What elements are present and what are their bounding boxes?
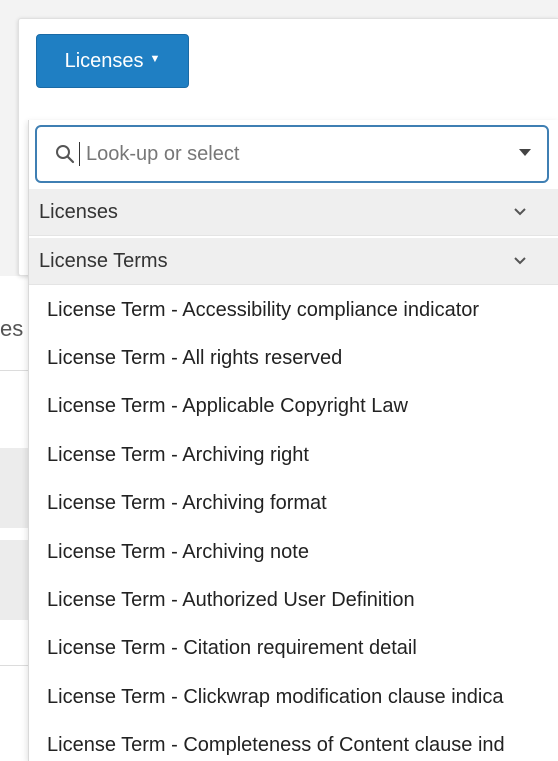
licenses-button[interactable]: Licenses ▼ xyxy=(36,34,189,88)
dropdown-option[interactable]: License Term - Completeness of Content c… xyxy=(29,722,558,761)
group-header-label: Licenses xyxy=(39,200,118,223)
text-cursor xyxy=(79,142,80,166)
background-row xyxy=(0,540,30,620)
caret-down-icon[interactable] xyxy=(519,149,531,156)
dropdown-option[interactable]: License Term - Archiving format xyxy=(29,480,558,528)
dropdown-option[interactable]: License Term - Archiving note xyxy=(29,528,558,576)
dropdown-option[interactable]: License Term - Citation requirement deta… xyxy=(29,625,558,673)
search-icon xyxy=(53,142,77,166)
background-divider xyxy=(0,665,30,666)
licenses-button-label: Licenses xyxy=(64,49,144,72)
background-heading-fragment: es xyxy=(0,316,24,341)
background-row xyxy=(0,448,30,528)
option-list: License Term - Accessibility compliance … xyxy=(29,286,558,761)
chevron-down-icon xyxy=(514,257,526,265)
dropdown-option[interactable]: License Term - Archiving right xyxy=(29,431,558,479)
lookup-dropdown: Licenses License Terms License Term - Ac… xyxy=(28,120,558,761)
dropdown-option[interactable]: License Term - All rights reserved xyxy=(29,334,558,382)
dropdown-option[interactable]: License Term - Accessibility compliance … xyxy=(29,286,558,334)
dropdown-option[interactable]: License Term - Clickwrap modification cl… xyxy=(29,673,558,721)
caret-down-icon: ▼ xyxy=(149,53,161,65)
dropdown-option[interactable]: License Term - Authorized User Definitio… xyxy=(29,576,558,624)
chevron-down-icon xyxy=(514,208,526,216)
search-box[interactable] xyxy=(35,125,549,183)
background-divider xyxy=(0,370,30,371)
group-header-license-terms[interactable]: License Terms xyxy=(29,238,558,285)
group-header-licenses[interactable]: Licenses xyxy=(29,189,558,236)
search-input[interactable] xyxy=(86,142,486,166)
dropdown-option[interactable]: License Term - Applicable Copyright Law xyxy=(29,383,558,431)
group-header-label: License Terms xyxy=(39,249,168,272)
